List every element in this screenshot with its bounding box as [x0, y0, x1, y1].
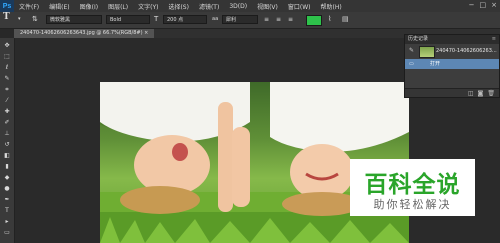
menu-select[interactable]: 选择(S) [163, 2, 194, 11]
crop-tool-icon[interactable]: ⌗ [3, 86, 11, 93]
pen-tool-icon[interactable]: ✒ [3, 196, 11, 203]
type-tool-icon[interactable]: T [3, 207, 11, 214]
antialias-icon: aa [212, 16, 219, 22]
minimize-button[interactable]: − [469, 1, 475, 9]
menu-bar: Ps 文件(F) 编辑(E) 图像(I) 图层(L) 文字(Y) 选择(S) 滤… [0, 0, 500, 12]
menu-type[interactable]: 文字(Y) [133, 2, 163, 11]
document-tab[interactable]: 240470-14062606263643.jpg @ 66.7%(RGB/8#… [14, 29, 155, 38]
clone-stamp-tool-icon[interactable]: ⊥ [3, 130, 11, 137]
delete-icon[interactable]: 🗑 [487, 89, 495, 97]
menu-3d[interactable]: 3D(D) [224, 3, 252, 10]
step-icon: ▭ [409, 61, 414, 67]
align-left-icon[interactable]: ≡ [264, 15, 269, 24]
history-step-open[interactable]: ▭ 打开 [405, 59, 499, 69]
history-panel: 历史记录 ≡ ✎ 240470-14062606263... ▭ 打开 ◫ ◙ … [404, 34, 500, 98]
character-panel-icon[interactable]: ▤ [342, 15, 349, 24]
history-step-label: 打开 [430, 61, 441, 67]
text-orientation-icon[interactable]: ⇅ [32, 15, 38, 24]
menu-view[interactable]: 视图(V) [252, 2, 283, 11]
close-button[interactable]: × [491, 1, 497, 9]
font-family-select[interactable]: 微软雅黑 [46, 15, 102, 24]
move-tool-icon[interactable]: ✥ [3, 42, 11, 49]
text-color-swatch[interactable] [306, 15, 322, 26]
history-panel-header: 历史记录 ≡ [405, 35, 499, 44]
marquee-tool-icon[interactable]: ⬚ [3, 53, 11, 60]
snapshot-label: 240470-14062606263... [436, 48, 497, 54]
window-controls: − □ × [469, 1, 497, 9]
brush-tool-icon[interactable]: ✐ [3, 119, 11, 126]
shape-tool-icon[interactable]: ▭ [3, 229, 11, 236]
menu-filter[interactable]: 滤镜(T) [194, 2, 224, 11]
menu-image[interactable]: 图像(I) [75, 2, 103, 11]
snapshot-camera-icon[interactable]: ◙ [478, 89, 484, 97]
history-brush-tool-icon[interactable]: ↺ [3, 141, 11, 148]
healing-brush-tool-icon[interactable]: ✚ [3, 108, 11, 115]
antialias-value: 犀利 [226, 17, 237, 23]
align-right-icon[interactable]: ≡ [288, 15, 293, 24]
align-center-icon[interactable]: ≡ [276, 15, 281, 24]
history-panel-footer: ◫ ◙ 🗑 [405, 88, 499, 97]
type-tool-icon[interactable]: T [3, 13, 10, 22]
blur-tool-icon[interactable]: ◆ [3, 174, 11, 181]
menu-layer[interactable]: 图层(L) [103, 2, 133, 11]
font-size-select[interactable]: 200 点 [163, 15, 207, 24]
dodge-tool-icon[interactable]: ● [3, 185, 11, 192]
watermark-title: 百科全说 [364, 172, 461, 198]
panel-menu-icon[interactable]: ≡ [492, 35, 496, 44]
menu-help[interactable]: 帮助(H) [316, 2, 347, 11]
app-logo: Ps [0, 0, 14, 12]
warp-text-icon[interactable]: ⌇ [328, 15, 331, 24]
gradient-tool-icon[interactable]: ▮ [3, 163, 11, 170]
menu-window[interactable]: 窗口(W) [283, 2, 316, 11]
brush-source-icon[interactable]: ✎ [409, 47, 414, 54]
path-select-tool-icon[interactable]: ▸ [3, 218, 11, 225]
history-snapshot[interactable]: ✎ 240470-14062606263... [405, 44, 499, 59]
eyedropper-tool-icon[interactable]: ⁄ [3, 97, 11, 104]
history-panel-title: 历史记录 [408, 36, 429, 42]
tool-preset-chevron-icon[interactable]: ▾ [18, 15, 21, 24]
font-family-value: 微软雅黑 [50, 17, 71, 23]
options-bar: T ▾ ⇅ 微软雅黑 Bold T 200 点 aa 犀利 ≡ ≡ ≡ ⌇ ▤ [0, 12, 500, 29]
menu-edit[interactable]: 编辑(E) [44, 2, 74, 11]
menu-file[interactable]: 文件(F) [14, 2, 44, 11]
eraser-tool-icon[interactable]: ◧ [3, 152, 11, 159]
watermark-subtitle: 助你轻松解决 [373, 198, 452, 211]
lasso-tool-icon[interactable]: ℓ [3, 64, 11, 71]
font-size-icon: T [154, 15, 159, 23]
font-style-select[interactable]: Bold [106, 15, 150, 24]
tools-panel: ✥ ⬚ ℓ ✎ ⌗ ⁄ ✚ ✐ ⊥ ↺ ◧ ▮ ◆ ● ✒ T ▸ ▭ [0, 38, 15, 243]
new-document-icon[interactable]: ◫ [468, 89, 474, 97]
quick-select-tool-icon[interactable]: ✎ [3, 75, 11, 82]
watermark: 百科全说 助你轻松解决 [350, 159, 475, 216]
font-style-value: Bold [110, 17, 122, 23]
maximize-button[interactable]: □ [480, 1, 487, 9]
antialias-select[interactable]: 犀利 [222, 15, 258, 24]
font-size-value: 200 点 [167, 17, 184, 23]
snapshot-thumbnail [419, 46, 435, 58]
